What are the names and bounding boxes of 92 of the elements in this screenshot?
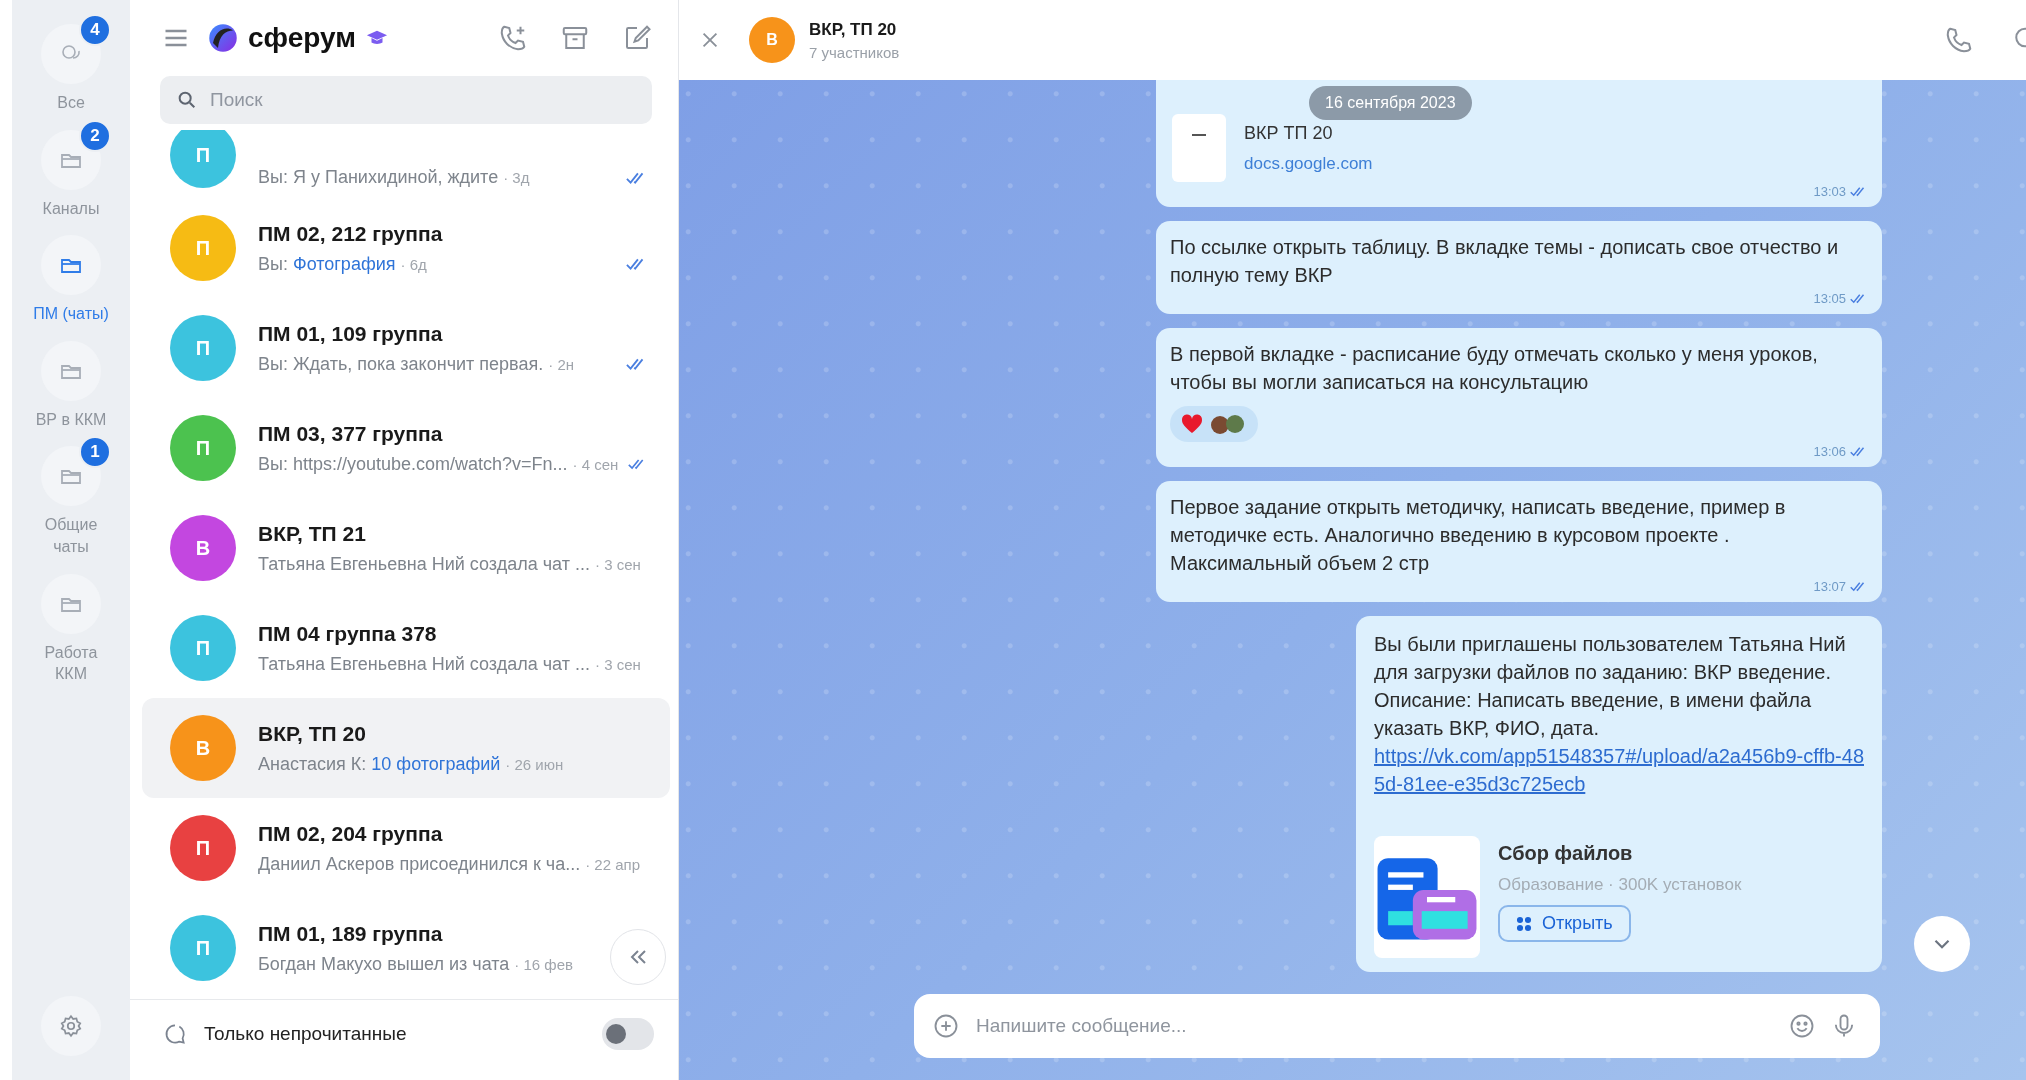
app-logo: сферум: [248, 22, 356, 54]
chat-time: · 16 фев: [514, 955, 573, 973]
date-pill: 16 сентября 2023: [1309, 86, 1472, 120]
chat-title: ПМ 01, 109 группа: [258, 321, 444, 346]
message-preview: Татьяна Евгеньевна Ний создала чат ...: [258, 653, 590, 675]
chat-row[interactable]: В ВКР, ТП 20 Анастасия К: 10 фотографий · 26 июн: [142, 698, 670, 798]
chat-row[interactable]: П ПМ 03, 377 группа Вы: https://youtube.com/watch?v=Fn... · 4 сен: [142, 398, 670, 498]
chat-time: · 2н: [548, 355, 574, 373]
chat-title: ВКР, ТП 21: [258, 521, 367, 546]
chat-title: ПМ 02, 212 группа: [258, 221, 444, 246]
folder-tab[interactable]: ПМ (чаты): [16, 223, 126, 325]
link-domain[interactable]: docs.google.com: [1244, 153, 1373, 174]
message-text: В первой вкладке - расписание буду отмечать сколько у меня уроков, чтобы вы могли записаться на консультацию: [1170, 342, 1819, 395]
chat-title: ПМ 03, 377 группа: [258, 421, 444, 446]
chat-title: ПМ 01, 189 группа: [258, 921, 444, 946]
chat-avatar: П: [170, 815, 236, 881]
folder-tab[interactable]: Работа ККМ: [16, 561, 126, 685]
chat-row[interactable]: В ВКР, ТП 21 Татьяна Евгеньевна Ний создала чат ... · 3 сен: [142, 498, 670, 598]
emoji-icon[interactable]: [1788, 1012, 1816, 1040]
message-preview: Вы: Ждать, пока закончит первая.: [258, 353, 544, 375]
chat-avatar: В: [170, 515, 236, 581]
chat-time: · 22 апр: [585, 855, 640, 873]
chat-time: · 3 сен: [594, 655, 641, 673]
chat-title: ПМ 02, 204 группа: [258, 821, 444, 846]
message-preview: Вы: Я у Панихидиной, ждите: [258, 167, 499, 188]
chat-time: · 26 июн: [505, 755, 564, 773]
message-time: 13:05: [1813, 291, 1846, 306]
chat-row[interactable]: П ПМ 01, 109 группа Вы: Ждать, пока закончит первая. · 2н: [142, 298, 670, 398]
message-text: Описание: Написать введение, в имени файла указать ВКР, ФИО, дата.: [1374, 688, 1813, 741]
gear-icon: [58, 1013, 84, 1039]
chat-avatar: П: [170, 615, 236, 681]
message-field[interactable]: Напишите сообщение...: [914, 994, 1880, 1058]
message-time: 13:06: [1813, 444, 1846, 459]
chat-title: ПМ 04 группа 378: [258, 621, 438, 646]
chat-avatar: П: [170, 915, 236, 981]
app-icon: [1374, 836, 1480, 958]
chat-time: · 6д: [400, 255, 427, 273]
unread-badge: 2: [79, 119, 111, 152]
toggle-switch[interactable]: [602, 1018, 654, 1050]
chat-time: · 4 сен: [572, 455, 619, 473]
chat-row[interactable]: П Вы: Я у Панихидиной, ждите · 3д: [142, 130, 670, 198]
chat-avatar: П: [170, 130, 236, 188]
apps-icon: [1516, 915, 1532, 932]
message-preview: Татьяна Евгеньевна Ний создала чат ...: [258, 553, 590, 575]
phone-plus-icon[interactable]: [498, 23, 528, 53]
folder-tab[interactable]: ВР в ККМ: [16, 328, 126, 431]
plus-circle-icon[interactable]: [932, 1012, 960, 1040]
message-preview: Анастасия К: 10 фотографий: [258, 753, 501, 775]
phone-icon[interactable]: [1944, 25, 1974, 55]
app-subtitle: Образование · 300K установок: [1498, 875, 1742, 895]
document-icon: [1172, 114, 1226, 182]
filter-label: Только непрочитанные: [204, 1023, 407, 1045]
message-preview: Вы: Фотография: [258, 253, 396, 275]
unread-badge: 4: [79, 14, 111, 46]
member-count: 7 участников: [809, 43, 900, 61]
message-text: По ссылке открыть таблицу. В вкладке темы - дописать свое отчество и полную тему ВКР: [1170, 235, 1840, 288]
chat-title: ВКР, ТП 20: [809, 19, 898, 40]
heart-icon: [1180, 412, 1204, 436]
reactions-pill[interactable]: [1170, 406, 1258, 442]
chat-avatar: П: [170, 215, 236, 281]
message-time: 13:03: [1813, 184, 1846, 199]
chat-row[interactable]: П ПМ 01, 189 группа Богдан Макухо вышел из чата · 16 фев: [142, 898, 670, 998]
folder-tab[interactable]: 2 Каналы: [16, 117, 126, 220]
folder-tab[interactable]: 1 Общие чаты: [16, 434, 126, 558]
scroll-down-button[interactable]: [1914, 916, 1970, 972]
search-input[interactable]: Поиск: [208, 88, 636, 112]
chat-row[interactable]: П ПМ 02, 204 группа Даниил Аскеров присоединился к ча... · 22 апр: [142, 798, 670, 898]
message-preview: Богдан Макухо вышел из чата: [258, 953, 510, 975]
chat-time: · 3д: [503, 169, 530, 186]
upload-link[interactable]: https://vk.com/app51548357#/upload/a2a456b9-cffb-485d-81ee-e35d3c725ecb: [1374, 742, 1864, 798]
message-input[interactable]: Напишите сообщение...: [974, 1014, 1774, 1038]
chat-row[interactable]: П ПМ 04 группа 378 Татьяна Евгеньевна Ний создала чат ... · 3 сен: [142, 598, 670, 698]
chat-avatar: В: [749, 17, 795, 63]
message-preview: Вы: https://youtube.com/watch?v=Fn...: [258, 453, 568, 475]
sphere-logo-icon: [208, 23, 238, 53]
message-text: Вы были приглашены пользователем Татьяна Ний для загрузки файлов по заданию: ВКР введение.: [1374, 632, 1847, 685]
chat-row[interactable]: П ПМ 02, 212 группа Вы: Фотография · 6д: [142, 198, 670, 298]
open-button[interactable]: Открыть: [1498, 905, 1631, 942]
chat-avatar: В: [170, 715, 236, 781]
message-text: Первое задание открыть методичку, написать введение, пример в методичке есть. Аналогично введению в курсовом проекте . Максимальный объем 2 стр: [1170, 495, 1787, 576]
chat-avatar: П: [170, 315, 236, 381]
collapse-button[interactable]: [610, 929, 666, 985]
search-field[interactable]: Поиск: [160, 76, 652, 124]
app-title: Сбор файлов: [1498, 842, 1634, 865]
chat-time: · 3 сен: [594, 555, 641, 573]
chat-avatar: П: [170, 415, 236, 481]
folder-tab[interactable]: 4 Все: [16, 12, 126, 114]
message-time: 13:07: [1813, 579, 1846, 594]
message-preview: Даниил Аскеров присоединился к ча...: [258, 853, 581, 875]
link-title: ВКР ТП 20: [1244, 122, 1334, 144]
chat-title: ВКР, ТП 20: [258, 721, 367, 746]
unread-badge: 1: [79, 436, 111, 469]
